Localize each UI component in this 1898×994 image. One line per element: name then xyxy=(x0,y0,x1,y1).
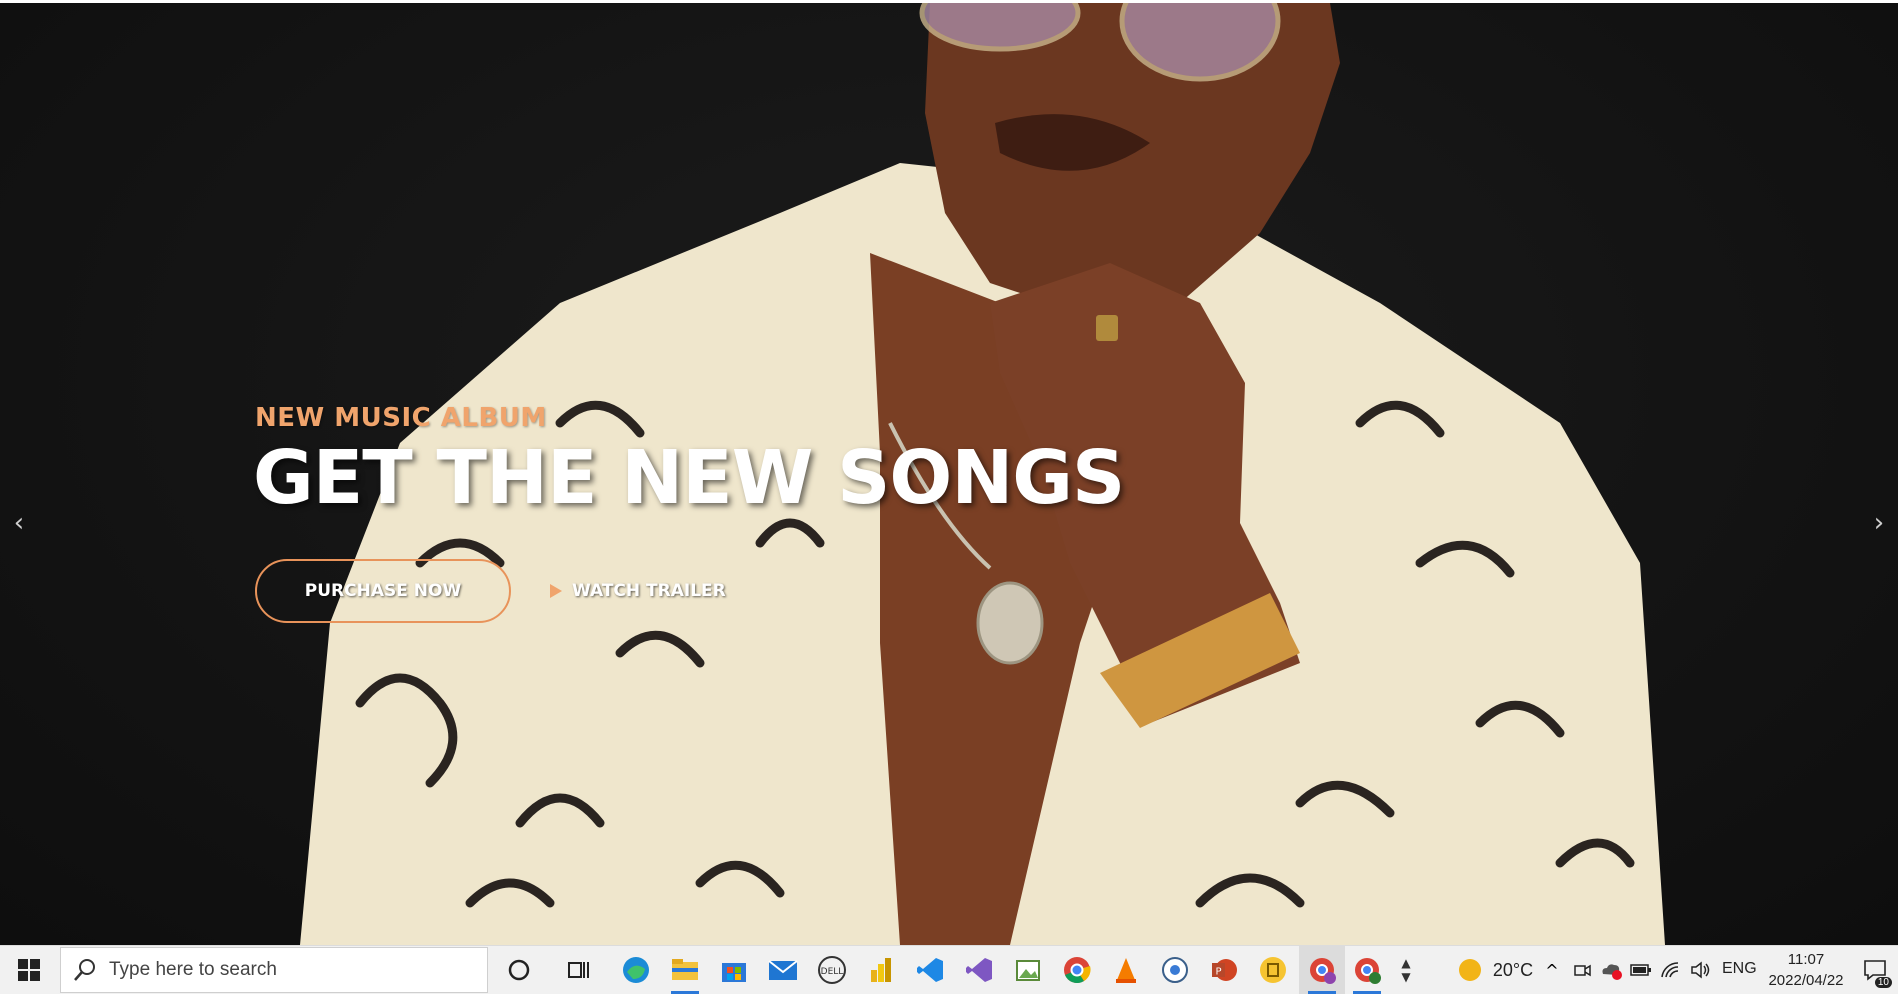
purchase-now-label: PURCHASE NOW xyxy=(304,581,462,601)
edge-taskbar-app[interactable] xyxy=(613,946,659,994)
weather-widget[interactable]: 20°C xyxy=(1440,946,1550,994)
clock[interactable]: 11:07 2022/04/22 xyxy=(1760,946,1852,994)
taskbar: Type here to search DELL P ▲ ▼ 20°C ^ EN… xyxy=(0,945,1898,994)
powerpoint-taskbar-app[interactable]: P xyxy=(1201,946,1247,994)
chevron-up-icon: ▲ xyxy=(1401,956,1411,970)
windows-logo-icon xyxy=(18,959,40,981)
chevron-up-icon: ^ xyxy=(1545,960,1559,980)
image-editor-taskbar-app[interactable] xyxy=(1005,946,1051,994)
mail-icon xyxy=(768,960,798,980)
weather-temperature: 20°C xyxy=(1492,959,1534,980)
search-placeholder: Type here to search xyxy=(109,959,277,980)
dell-icon: DELL xyxy=(818,956,846,984)
clock-date: 2022/04/22 xyxy=(1768,972,1844,989)
volume-tray[interactable] xyxy=(1686,946,1716,994)
vscode-icon xyxy=(917,958,943,982)
chrome-profile-s-icon xyxy=(1310,958,1336,984)
slider-prev-arrow[interactable]: ‹ xyxy=(4,503,34,543)
file-explorer-taskbar-app[interactable] xyxy=(662,946,708,994)
vscode-taskbar-app[interactable] xyxy=(907,946,953,994)
taskbar-search-box[interactable]: Type here to search xyxy=(60,947,488,993)
cortana-button[interactable] xyxy=(496,946,542,994)
microsoft-store-taskbar-app[interactable] xyxy=(711,946,757,994)
powerpoint-icon: P xyxy=(1212,959,1237,981)
visual-studio-icon xyxy=(966,958,992,982)
hero-slider: ‹ › NEW MUSIC ALBUM GET THE NEW SONGS PU… xyxy=(0,3,1898,945)
file-explorer-icon xyxy=(672,959,698,980)
svg-text:P: P xyxy=(1215,967,1221,978)
svg-text:DELL: DELL xyxy=(821,967,844,977)
edge-icon xyxy=(623,957,649,983)
speaker-icon xyxy=(1691,961,1710,979)
media-player-icon xyxy=(1162,957,1188,983)
start-button[interactable] xyxy=(0,946,58,994)
sun-icon xyxy=(1458,959,1481,981)
task-view-button[interactable] xyxy=(555,946,601,994)
media-player-taskbar-app[interactable] xyxy=(1152,946,1198,994)
play-icon xyxy=(550,584,562,598)
battery-icon xyxy=(1630,964,1651,976)
taskbar-scroll-arrows[interactable]: ▲ ▼ xyxy=(1394,946,1418,994)
notification-badge: 10 xyxy=(1874,977,1892,988)
image-editor-icon xyxy=(1016,960,1040,981)
watch-trailer-label: WATCH TRAILER xyxy=(572,581,726,601)
clock-time: 11:07 xyxy=(1787,951,1825,968)
slider-next-arrow[interactable]: › xyxy=(1864,503,1894,543)
chevron-down-icon: ▼ xyxy=(1401,970,1411,984)
sticky-taskbar-app[interactable] xyxy=(1250,946,1296,994)
chrome-taskbar-app[interactable] xyxy=(1054,946,1100,994)
wifi-icon xyxy=(1661,962,1679,978)
cloud-error-icon xyxy=(1602,964,1622,980)
chrome-profile-s-green-icon xyxy=(1355,958,1381,984)
input-language[interactable]: ENG xyxy=(1722,960,1757,978)
dell-taskbar-app[interactable]: DELL xyxy=(809,946,855,994)
battery-tray[interactable] xyxy=(1626,946,1656,994)
wifi-tray[interactable] xyxy=(1656,946,1686,994)
hero-subtitle: NEW MUSIC ALBUM xyxy=(255,403,547,433)
show-hidden-icons-button[interactable]: ^ xyxy=(1538,946,1566,994)
visual-studio-taskbar-app[interactable] xyxy=(956,946,1002,994)
chrome-profile-taskbar-app[interactable] xyxy=(1299,946,1345,994)
vlc-icon xyxy=(1116,958,1136,983)
sticky-app-icon xyxy=(1260,957,1286,983)
chrome-profile-green-taskbar-app[interactable] xyxy=(1344,946,1390,994)
onedrive-tray[interactable] xyxy=(1596,946,1626,994)
cortana-icon xyxy=(508,959,530,981)
purchase-now-button[interactable]: PURCHASE NOW xyxy=(255,559,511,623)
task-view-icon xyxy=(568,962,589,978)
meet-now-tray[interactable] xyxy=(1568,946,1596,994)
microsoft-store-icon xyxy=(722,963,746,982)
power-bi-taskbar-app[interactable] xyxy=(858,946,904,994)
search-icon xyxy=(74,959,95,981)
chrome-icon xyxy=(1064,957,1091,984)
hero-title: GET THE NEW SONGS xyxy=(253,435,1125,521)
vlc-taskbar-app[interactable] xyxy=(1103,946,1149,994)
watch-trailer-button[interactable]: WATCH TRAILER xyxy=(550,574,726,608)
power-bi-icon xyxy=(871,958,891,982)
action-center-button[interactable]: 10 xyxy=(1858,946,1894,994)
mail-taskbar-app[interactable] xyxy=(760,946,806,994)
meet-now-icon xyxy=(1574,964,1591,977)
